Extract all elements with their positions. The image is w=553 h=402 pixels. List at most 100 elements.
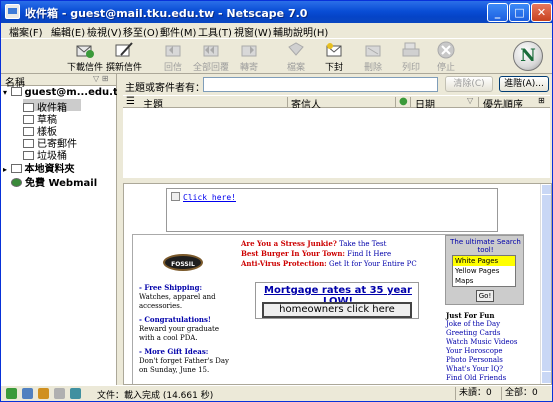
search-tool-widget: The ultimate Search tool! White Pages Ye… <box>445 235 524 305</box>
status-bar: 文件：載入完成 (14.661 秒) 未讀：0 全部：0 <box>1 385 552 401</box>
menu-window[interactable]: 視窗(W) <box>234 24 272 39</box>
fun-link[interactable]: Joke of the Day <box>446 320 526 329</box>
column-picker-icon[interactable]: ▽ ⊞ <box>93 74 108 83</box>
advanced-button[interactable]: 進階(A)... <box>499 76 549 92</box>
broken-image-icon <box>171 192 180 201</box>
clear-button[interactable]: 清除(C) <box>445 76 493 92</box>
folder-inbox[interactable]: 收件箱 <box>23 99 81 114</box>
menu-go[interactable]: 移至(O) <box>123 24 159 39</box>
account-row[interactable]: ▾ guest@m...edu.tw <box>3 87 127 99</box>
menu-bar: 檔案(F) 編輯(E) 檢視(V) 移至(O) 郵件(M) 工具(T) 視窗(W… <box>1 23 552 39</box>
local-folders-icon <box>10 164 22 173</box>
folder-drafts[interactable]: 草稿 <box>23 111 57 126</box>
preview-pane: Click here! FOSSIL - Free Shipping: Watch… <box>123 183 552 385</box>
chat-icon[interactable] <box>70 388 81 399</box>
burger-link[interactable]: Find It Here <box>347 250 391 258</box>
ad-item-text: Reward your graduate with a cool PDA. <box>139 325 219 342</box>
file-button[interactable]: 檔案 <box>277 40 315 74</box>
file-label: 檔案 <box>286 63 305 73</box>
reply-all-button[interactable]: 全部回覆 <box>192 40 230 74</box>
thread-column-icon[interactable]: ☰ <box>126 96 135 107</box>
mortgage-button[interactable]: homeowners click here <box>262 302 412 318</box>
ad-item-gifts[interactable]: - More Gift Ideas: Don't forget Father's … <box>139 347 233 375</box>
search-type-list[interactable]: White Pages Yellow Pages Maps <box>452 255 516 287</box>
burger-promo[interactable]: Best Burger In Your Town: <box>241 249 345 258</box>
menu-edit[interactable]: 編輯(E) <box>51 24 85 39</box>
column-picker-icon[interactable]: ⊞ <box>538 96 545 105</box>
close-icon: ✕ <box>536 6 547 19</box>
maximize-button[interactable]: □ <box>509 3 530 22</box>
next-button[interactable]: 下封 <box>315 40 353 74</box>
fun-links: Just For Fun Joke of the Day Greeting Ca… <box>446 311 526 383</box>
local-folders-row[interactable]: ▸ 本地資料夾 <box>3 160 75 175</box>
ad-block: FOSSIL - Free Shipping: Watches, apparel … <box>132 234 526 384</box>
next-icon <box>326 43 342 57</box>
option-white-pages[interactable]: White Pages <box>453 256 515 266</box>
menu-view[interactable]: 檢視(V) <box>87 24 122 39</box>
stress-promo[interactable]: Are You a Stress Junkie? <box>241 239 337 248</box>
close-button[interactable]: ✕ <box>531 3 552 22</box>
fun-link[interactable]: Find Old Friends <box>446 374 526 383</box>
search-label: 主題或寄件者有： <box>125 83 205 94</box>
scroll-down-icon[interactable] <box>541 371 551 384</box>
stop-button[interactable]: 停止 <box>427 40 465 74</box>
read-column-icon[interactable]: ● <box>399 96 408 107</box>
preview-scrollbar[interactable] <box>540 184 551 384</box>
expand-icon[interactable]: ▸ <box>3 165 7 174</box>
reply-all-label: 全部回覆 <box>192 63 229 73</box>
folder-trash[interactable]: 垃圾桶 <box>23 147 67 162</box>
collapse-icon[interactable]: ▾ <box>3 88 7 97</box>
ad-item-heading: - Free Shipping: <box>139 283 203 292</box>
mail-icon[interactable] <box>22 388 33 399</box>
inbox-app-icon <box>5 4 20 19</box>
message-list[interactable] <box>123 108 550 178</box>
fun-link[interactable]: Your Horoscope <box>446 347 526 356</box>
print-button[interactable]: 列印 <box>392 40 430 74</box>
get-mail-button[interactable]: 下載信件 <box>66 40 104 74</box>
compose-button[interactable]: 撰新信件 <box>105 40 143 74</box>
scroll-thumb[interactable] <box>541 194 551 374</box>
folder-pane: 名稱 ▽ ⊞ ▾ guest@m...edu.tw 收件箱 草稿 樣板 已寄郵件… <box>1 74 127 385</box>
option-maps[interactable]: Maps <box>453 276 515 286</box>
folder-pane-header[interactable]: 名稱 ▽ ⊞ <box>1 74 116 89</box>
antivirus-link[interactable]: Get It for Your Entire PC <box>329 260 417 268</box>
click-here-link[interactable]: Click here! <box>171 192 236 202</box>
forward-label: 轉寄 <box>239 63 258 73</box>
antivirus-promo[interactable]: Anti-Virus Protection: <box>241 259 327 268</box>
forward-button[interactable]: 轉寄 <box>230 40 268 74</box>
delete-button[interactable]: 刪除 <box>354 40 392 74</box>
maximize-icon: □ <box>514 6 525 19</box>
menu-file[interactable]: 檔案(F) <box>9 24 43 39</box>
netscape-logo[interactable]: N <box>513 41 543 71</box>
menu-message[interactable]: 郵件(M) <box>160 24 196 39</box>
menu-tools[interactable]: 工具(T) <box>198 24 232 39</box>
webmail-row[interactable]: 免費 Webmail <box>11 174 97 189</box>
address-book-icon[interactable] <box>38 388 49 399</box>
fun-link[interactable]: Greeting Cards <box>446 329 526 338</box>
minimize-icon: _ <box>494 6 501 19</box>
stress-link[interactable]: Take the Test <box>339 240 386 248</box>
go-button[interactable]: Go! <box>476 290 494 302</box>
reply-label: 回信 <box>163 63 182 73</box>
menu-help[interactable]: 輔助說明(H) <box>273 24 328 39</box>
fun-link[interactable]: Photo Personals <box>446 356 526 365</box>
print-icon <box>402 42 420 57</box>
fun-link[interactable]: What's Your IQ? <box>446 365 526 374</box>
option-yellow-pages[interactable]: Yellow Pages <box>453 266 515 276</box>
message-list-header: ☰ 主題 寄信人 ● 日期 ▽ 優先順序 ⊞ <box>123 95 550 111</box>
unread-count: 未讀：0 <box>455 387 492 400</box>
fun-link[interactable]: Watch Music Videos <box>446 338 526 347</box>
mortgage-ad: Mortgage rates at 35 year LOW! homeowner… <box>255 282 419 319</box>
navigator-icon[interactable] <box>6 388 17 399</box>
search-input[interactable] <box>203 77 438 92</box>
search-bar: 主題或寄件者有： 清除(C) 進階(A)... <box>121 76 552 94</box>
folder-templates[interactable]: 樣板 <box>23 123 57 138</box>
ad-item-shipping[interactable]: - Free Shipping: Watches, apparel and acc… <box>139 283 233 311</box>
account-label: guest@m...edu.tw <box>24 87 128 98</box>
folder-sent[interactable]: 已寄郵件 <box>23 135 77 150</box>
composer-icon[interactable] <box>54 388 65 399</box>
minimize-button[interactable]: _ <box>487 3 508 22</box>
fossil-logo[interactable]: FOSSIL <box>163 254 203 271</box>
ad-item-graduate[interactable]: - Congratulations! Reward your graduate w… <box>139 315 233 343</box>
reply-button[interactable]: 回信 <box>154 40 192 74</box>
